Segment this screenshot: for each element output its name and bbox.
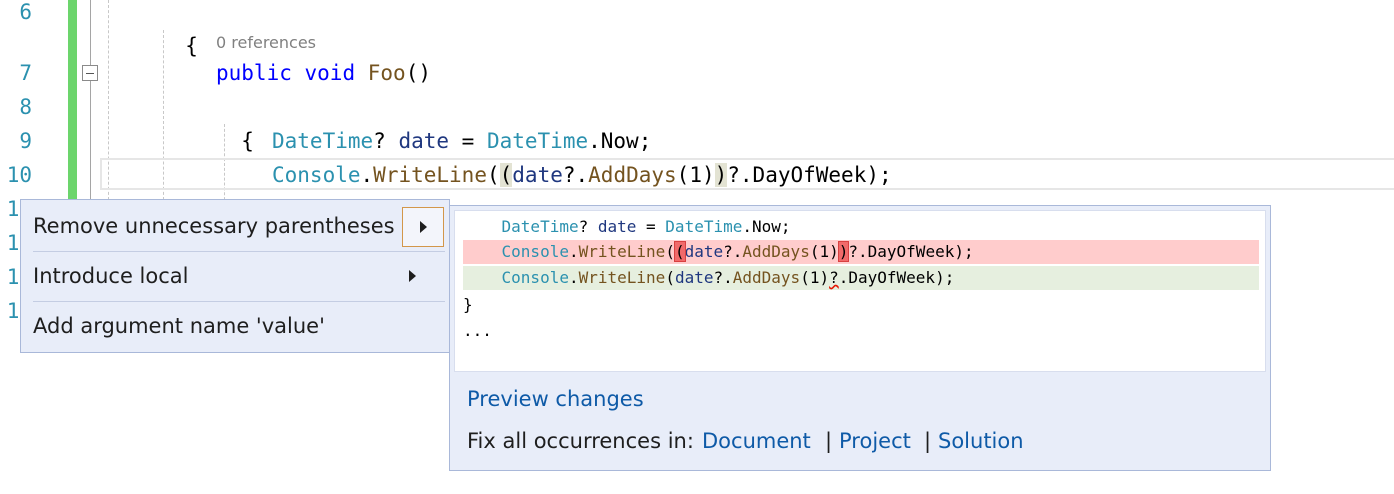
type-name: DateTime: [486, 129, 589, 153]
brace: {: [241, 129, 254, 153]
operator: =: [636, 217, 666, 236]
fix-all-project-link[interactable]: Project: [839, 429, 911, 453]
operator: ?.: [713, 268, 733, 287]
change-tracking-bar: [68, 0, 77, 205]
line-number: 8: [19, 95, 32, 119]
method-name: Foo: [367, 61, 406, 85]
type-name: Console: [272, 163, 361, 187]
highlighted-paren: (: [499, 163, 513, 187]
punctuation: .: [568, 242, 579, 261]
method-name: WriteLine: [373, 163, 487, 187]
punctuation: ?: [578, 217, 598, 236]
member-access: ?.DayOfWeek);: [848, 242, 974, 261]
removed-paren: ): [837, 241, 850, 262]
code-line[interactable]: DateTime? date = DateTime.Now;: [272, 124, 651, 158]
preview-code: DateTime? date = DateTime.Now; Console.W…: [454, 210, 1266, 372]
menu-item-remove-unnecessary-parentheses[interactable]: Remove unnecessary parentheses: [21, 202, 449, 250]
preview-line: DateTime? date = DateTime.Now;: [463, 215, 1259, 239]
type-name: DateTime: [501, 217, 579, 236]
menu-item-label: Add argument name 'value': [33, 314, 325, 338]
keyword: public: [216, 61, 292, 85]
punctuation: .: [568, 268, 579, 287]
link-separator: |: [924, 429, 932, 453]
method-name: AddDays: [742, 242, 810, 261]
menu-item-label: Remove unnecessary parentheses: [33, 214, 395, 238]
highlighted-paren: ): [714, 163, 728, 187]
menu-item-label: Introduce local: [33, 264, 189, 288]
arguments: (1): [800, 268, 830, 287]
code-line[interactable]: Console.WriteLine((date?.AddDays(1))?.Da…: [272, 158, 892, 192]
punctuation: ?: [373, 129, 399, 153]
variable: date: [512, 163, 563, 187]
variable: date: [398, 129, 450, 153]
line-number: 10: [6, 163, 32, 187]
punctuation: (: [486, 163, 500, 187]
punctuation: (): [405, 61, 431, 85]
type-name: DateTime: [665, 217, 743, 236]
code-line[interactable]: public void Foo(): [216, 56, 431, 90]
submenu-expand-button[interactable]: [402, 207, 444, 247]
operator: ?.: [723, 242, 743, 261]
operator: ?.: [562, 163, 589, 187]
type-name: Console: [501, 268, 569, 287]
menu-item-introduce-local[interactable]: Introduce local: [21, 252, 449, 300]
menu-item-add-argument-name[interactable]: Add argument name 'value': [21, 302, 449, 350]
removed-paren: (: [673, 241, 686, 262]
changed-operator: ?: [829, 268, 839, 287]
chevron-right-icon: [409, 270, 416, 282]
collapse-toggle[interactable]: [82, 65, 98, 81]
chevron-right-icon: [420, 221, 427, 233]
member-access: .Now;: [588, 129, 652, 153]
preview-changes-link[interactable]: Preview changes: [467, 387, 644, 411]
outline-line: [90, 0, 91, 205]
line-number: 9: [19, 129, 32, 153]
variable: date: [674, 268, 714, 287]
member-access: .Now;: [742, 217, 791, 236]
method-name: AddDays: [588, 163, 677, 187]
fix-all-label: Fix all occurrences in:: [467, 429, 694, 453]
keyword: void: [304, 61, 356, 85]
quick-actions-menu: Remove unnecessary parentheses Introduce…: [20, 199, 450, 353]
preview-line-added: Console.WriteLine(date?.AddDays(1)?.DayO…: [463, 266, 1259, 290]
link-separator: |: [825, 429, 833, 453]
operator: =: [449, 129, 487, 153]
method-name: WriteLine: [578, 268, 666, 287]
code-line[interactable]: {: [216, 90, 254, 158]
punctuation: (: [665, 268, 675, 287]
line-number: 7: [19, 61, 32, 85]
preview-ellipsis: ...: [463, 321, 492, 340]
codelens-references[interactable]: 0 references: [216, 33, 316, 52]
arguments: (1): [809, 242, 839, 261]
member-access: ?.DayOfWeek);: [727, 163, 892, 187]
preview-panel: DateTime? date = DateTime.Now; Console.W…: [449, 205, 1271, 471]
preview-line: }: [463, 295, 473, 314]
punctuation: .: [360, 163, 374, 187]
line-number: 6: [19, 0, 32, 24]
punctuation: (: [665, 242, 675, 261]
preview-line-removed: Console.WriteLine((date?.AddDays(1))?.Da…: [463, 240, 1259, 264]
arguments: (1): [676, 163, 715, 187]
variable: date: [684, 242, 724, 261]
code-line[interactable]: {: [160, 0, 198, 63]
brace: {: [185, 34, 198, 58]
fix-all-document-link[interactable]: Document: [702, 429, 811, 453]
fix-all-solution-link[interactable]: Solution: [938, 429, 1024, 453]
member-access: .DayOfWeek);: [838, 268, 955, 287]
method-name: AddDays: [732, 268, 801, 287]
type-name: DateTime: [272, 129, 374, 153]
method-name: WriteLine: [578, 242, 666, 261]
type-name: Console: [501, 242, 569, 261]
variable: date: [597, 217, 637, 236]
